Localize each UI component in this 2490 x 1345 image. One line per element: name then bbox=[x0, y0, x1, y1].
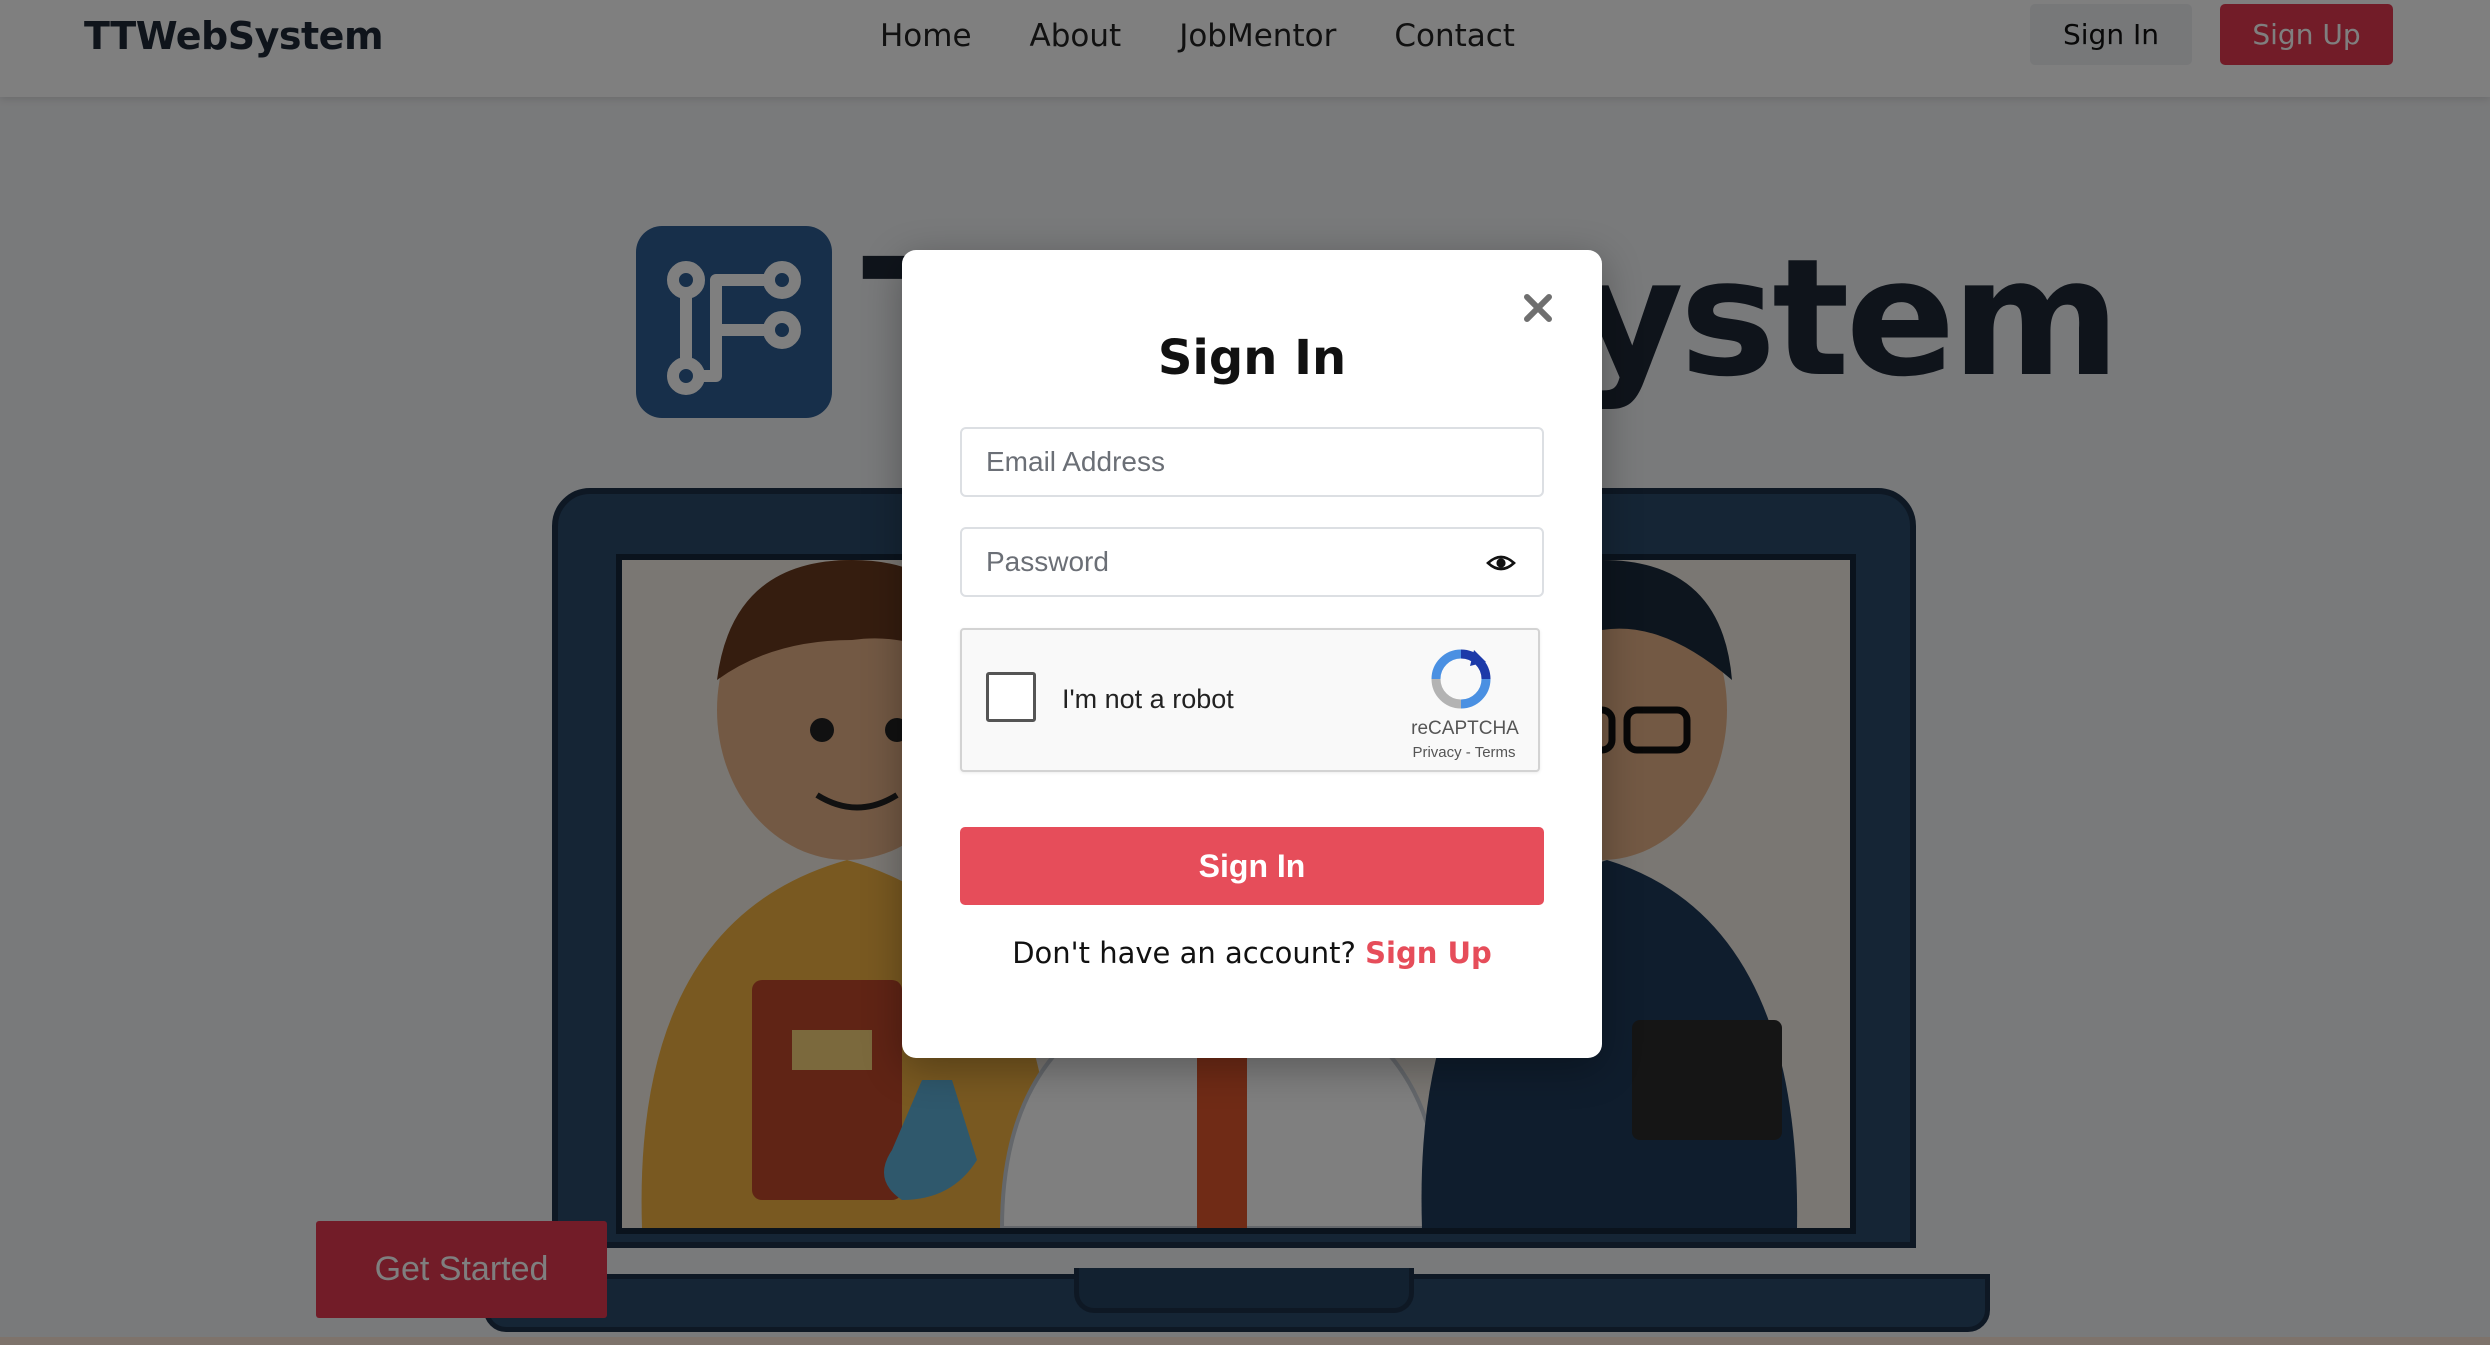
signup-prompt-text: Don't have an account? bbox=[1012, 936, 1356, 970]
signup-prompt: Don't have an account? Sign Up bbox=[902, 936, 1602, 970]
password-field[interactable] bbox=[960, 527, 1544, 597]
eye-icon[interactable] bbox=[1486, 548, 1516, 578]
sign-in-submit-button[interactable]: Sign In bbox=[960, 827, 1544, 905]
recaptcha-checkbox[interactable] bbox=[986, 672, 1036, 722]
recaptcha-widget: I'm not a robot reCAPTCHA Privacy - Term… bbox=[960, 628, 1540, 772]
recaptcha-separator: - bbox=[1461, 744, 1475, 761]
recaptcha-links: Privacy - Terms bbox=[1394, 744, 1534, 761]
modal-title: Sign In bbox=[1157, 330, 1347, 386]
recaptcha-label: I'm not a robot bbox=[1062, 684, 1234, 714]
recaptcha-brand: reCAPTCHA bbox=[1411, 718, 1519, 739]
email-field[interactable] bbox=[960, 427, 1544, 497]
recaptcha-terms-link[interactable]: Terms bbox=[1475, 744, 1516, 761]
sign-in-modal: Sign In I'm not a robot reCAPTCHA Privac… bbox=[902, 250, 1602, 1058]
recaptcha-logo-icon bbox=[1430, 648, 1492, 710]
sign-up-link[interactable]: Sign Up bbox=[1365, 936, 1492, 970]
recaptcha-privacy-link[interactable]: Privacy bbox=[1412, 744, 1461, 761]
close-icon[interactable] bbox=[1514, 284, 1562, 332]
